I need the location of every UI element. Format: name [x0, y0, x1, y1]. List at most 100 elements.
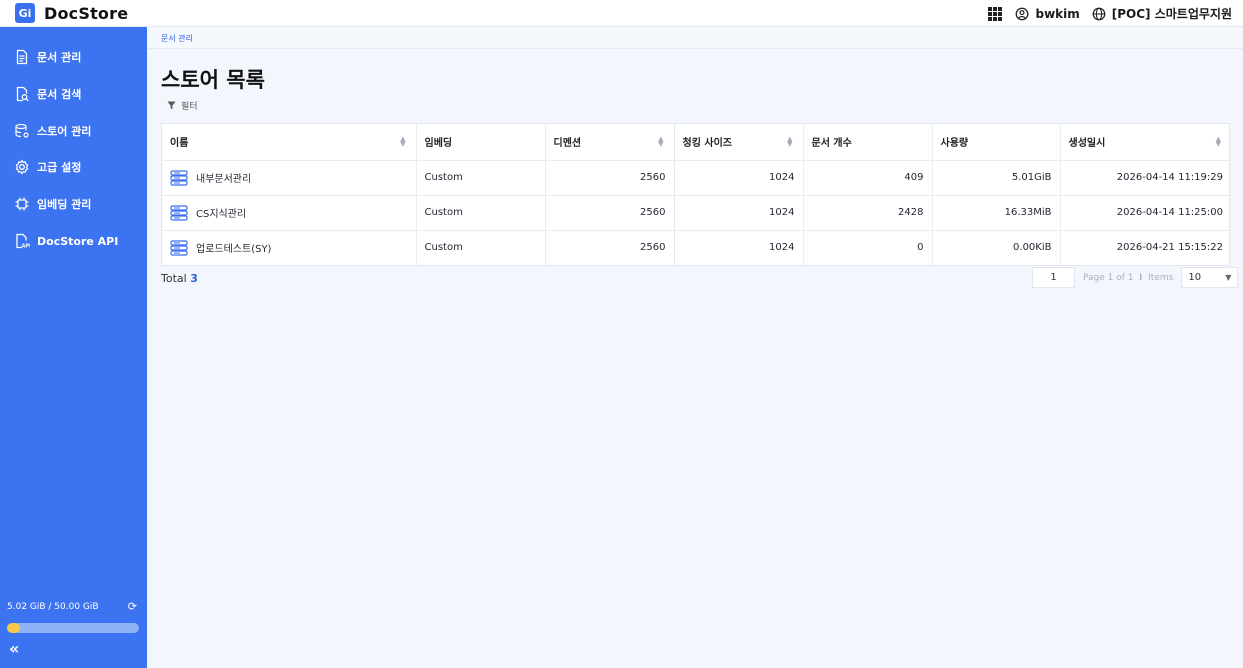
- column-header-label: 임베딩: [424, 138, 453, 150]
- filter-button[interactable]: 필터: [167, 99, 198, 112]
- page-info: Page 1 of 1: [1083, 272, 1134, 283]
- store-name[interactable]: 업로드테스트(SY): [196, 240, 271, 255]
- items-label: Items: [1148, 272, 1174, 283]
- column-header-label: 사용량: [940, 138, 969, 150]
- sort-icon[interactable]: ▲ ▼: [658, 136, 663, 148]
- caret-down-icon: ▼: [1225, 273, 1232, 282]
- dimension-cell: 2560: [545, 230, 675, 265]
- storage-usage-text: 5.02 GiB / 50.00 GiB: [7, 602, 99, 612]
- table-row[interactable]: CS지식관리 Custom 2560 1024 2428 16.33MiB 20…: [162, 195, 1231, 231]
- sidebar-item-docstore-api[interactable]: API DocStore API: [0, 226, 147, 256]
- sidebar-item-label: 스토어 관리: [37, 125, 92, 138]
- org-name: [POC] 스마트업무지원: [1111, 7, 1232, 21]
- chunk-size-cell: 1024: [674, 195, 804, 231]
- items-per-page-value: 10: [1188, 272, 1202, 283]
- document-icon: [16, 49, 28, 65]
- apps-grid-icon[interactable]: [988, 6, 1003, 21]
- filter-icon: [167, 101, 176, 110]
- user-circle-icon: [1016, 7, 1029, 20]
- pager-separator: I: [1139, 272, 1143, 283]
- dimension-cell: 2560: [545, 160, 675, 196]
- column-header-label: 문서 개수: [811, 138, 852, 150]
- sidebar-item-label: 문서 관리: [37, 51, 82, 64]
- sort-icon[interactable]: ▲ ▼: [787, 136, 792, 148]
- storage-progress-fill: [7, 623, 21, 633]
- column-header-dimension[interactable]: 디멘션 ▲ ▼: [545, 124, 675, 161]
- store-name[interactable]: 내부문서관리: [196, 170, 251, 185]
- total-count: Total 3: [161, 272, 198, 285]
- brand[interactable]: Gi DocStore: [15, 3, 128, 23]
- embedding-cell: Custom: [416, 160, 546, 196]
- api-file-icon: API: [16, 233, 31, 249]
- column-header-label: 청킹 사이즈: [682, 138, 732, 150]
- svg-text:API: API: [22, 244, 31, 249]
- sidebar-item-advanced-settings[interactable]: 고급 설정: [0, 152, 147, 182]
- total-value: 3: [190, 272, 198, 285]
- sidebar-item-label: 문서 검색: [37, 88, 82, 101]
- breadcrumb-bar: 문서 관리: [147, 27, 1243, 49]
- usage-cell: 16.33MiB: [932, 195, 1061, 231]
- page-title: 스토어 목록: [161, 68, 265, 92]
- document-count-cell: 2428: [803, 195, 933, 231]
- gear-icon: [15, 159, 29, 175]
- top-header: Gi DocStore bwkim [POC] 스마트업무지원: [0, 0, 1243, 27]
- page-number-input[interactable]: 1: [1032, 267, 1075, 288]
- sidebar-item-label: 고급 설정: [37, 161, 82, 174]
- store-table: 이름 ▲ ▼ 임베딩 디멘션 ▲ ▼ 청킹 사이즈 ▲ ▼ 문서 개수 사용량 생성일시 ▲ ▼…: [161, 123, 1231, 266]
- store-server-icon: [170, 204, 188, 221]
- app-name: DocStore: [44, 3, 129, 23]
- sidebar-item-label: 임베딩 관리: [37, 198, 92, 211]
- dimension-cell: 2560: [545, 195, 675, 231]
- document-count-cell: 0: [803, 230, 933, 265]
- column-header-document-count: 문서 개수: [803, 124, 933, 161]
- database-settings-icon: [15, 123, 29, 138]
- column-header-created-at[interactable]: 생성일시 ▲ ▼: [1060, 124, 1231, 161]
- store-server-icon: [170, 240, 188, 256]
- chunk-size-cell: 1024: [674, 160, 804, 196]
- total-label: Total: [161, 272, 187, 285]
- usage-cell: 5.01GiB: [932, 160, 1061, 196]
- created-at-cell: 2026-04-14 11:19:29: [1060, 160, 1231, 196]
- refresh-icon[interactable]: ⟳: [128, 600, 137, 613]
- embedding-cell: Custom: [416, 230, 546, 265]
- chunk-size-cell: 1024: [674, 230, 804, 265]
- column-header-label: 생성일시: [1068, 138, 1106, 150]
- chip-icon: [15, 197, 29, 211]
- brand-logo-icon: Gi: [15, 3, 35, 23]
- document-search-icon: [16, 86, 29, 102]
- created-at-cell: 2026-04-14 11:25:00: [1060, 195, 1231, 231]
- sort-icon[interactable]: ▲ ▼: [400, 136, 405, 148]
- filter-label: 필터: [181, 102, 198, 112]
- sidebar: 문서 관리 문서 검색 스토어 관리 고급 설정 임베딩 관리 API DocS…: [0, 27, 147, 668]
- table-row[interactable]: 업로드테스트(SY) Custom 2560 1024 0 0.00KiB 20…: [162, 230, 1231, 265]
- table-row[interactable]: 내부문서관리 Custom 2560 1024 409 5.01GiB 2026…: [162, 160, 1231, 196]
- column-header-label: 디멘션: [553, 138, 582, 150]
- pagination: 1 Page 1 of 1 I Items 10 ▼: [1032, 267, 1239, 288]
- sidebar-item-document-search[interactable]: 문서 검색: [0, 79, 147, 109]
- column-header-usage: 사용량: [932, 124, 1061, 161]
- store-server-icon: [170, 169, 188, 186]
- document-count-cell: 409: [803, 160, 933, 196]
- items-per-page-select[interactable]: 10 ▼: [1181, 267, 1239, 288]
- store-name[interactable]: CS지식관리: [196, 205, 246, 220]
- breadcrumb[interactable]: 문서 관리: [161, 33, 193, 44]
- user-menu[interactable]: bwkim: [1015, 6, 1080, 21]
- column-header-chunk-size[interactable]: 청킹 사이즈 ▲ ▼: [674, 124, 804, 161]
- user-name: bwkim: [1035, 6, 1080, 21]
- org-selector[interactable]: [POC] 스마트업무지원: [1092, 5, 1232, 22]
- sidebar-item-store-management[interactable]: 스토어 관리: [0, 116, 147, 146]
- globe-icon: [1092, 7, 1106, 20]
- sidebar-item-label: DocStore API: [37, 234, 119, 248]
- column-header-embedding: 임베딩: [416, 124, 546, 161]
- table-header-row: 이름 ▲ ▼ 임베딩 디멘션 ▲ ▼ 청킹 사이즈 ▲ ▼ 문서 개수 사용량 생성일시 ▲ ▼: [162, 124, 1231, 161]
- sort-icon[interactable]: ▲ ▼: [1216, 136, 1221, 148]
- usage-cell: 0.00KiB: [932, 230, 1061, 265]
- column-header-name[interactable]: 이름 ▲ ▼: [162, 124, 417, 161]
- embedding-cell: Custom: [416, 195, 546, 231]
- sidebar-item-embedding-management[interactable]: 임베딩 관리: [0, 189, 147, 219]
- collapse-sidebar-icon[interactable]: «: [9, 639, 19, 658]
- created-at-cell: 2026-04-21 15:15:22: [1116, 242, 1223, 254]
- sidebar-item-document-management[interactable]: 문서 관리: [0, 42, 147, 72]
- column-header-label: 이름: [170, 138, 189, 150]
- storage-progress-bar: [7, 623, 139, 633]
